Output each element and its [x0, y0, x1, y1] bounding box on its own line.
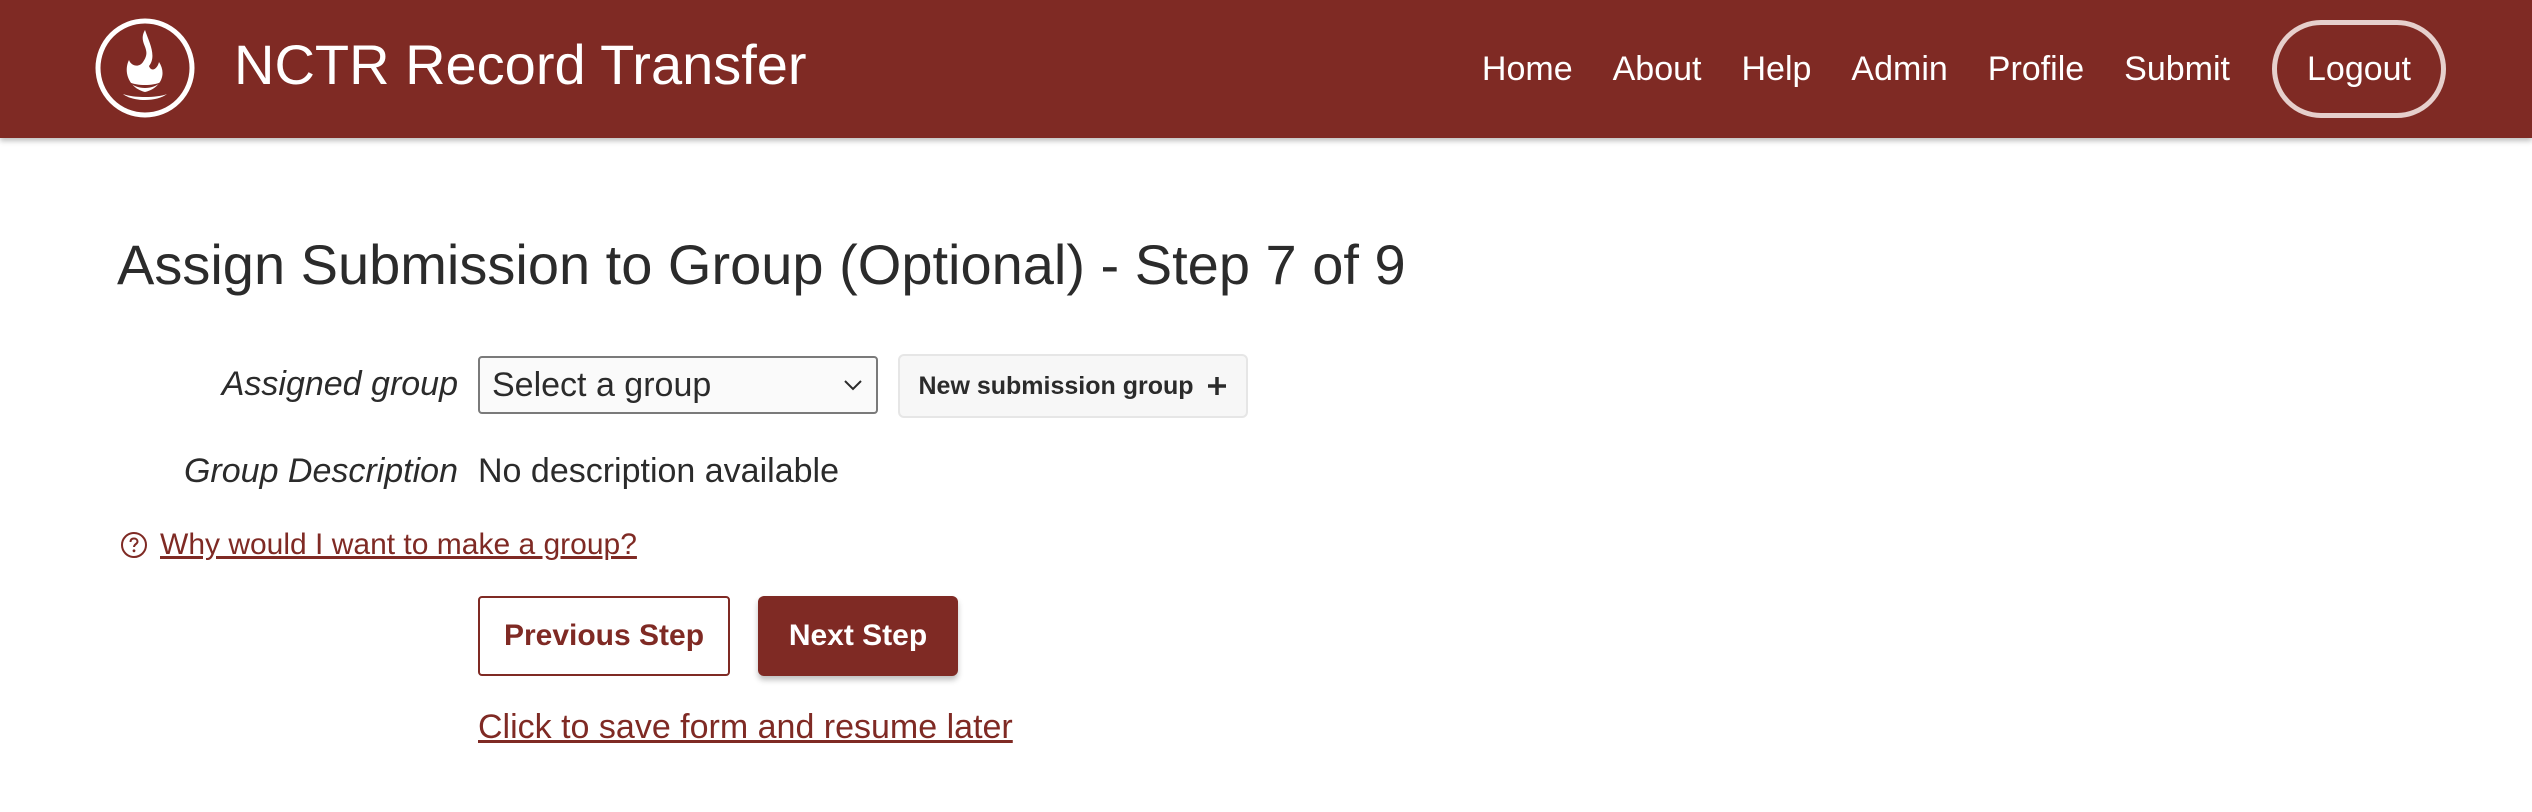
- new-submission-group-label: New submission group: [918, 371, 1194, 400]
- assigned-group-selected-value: Select a group: [492, 365, 712, 404]
- page-title: Assign Submission to Group (Optional) - …: [117, 233, 1406, 296]
- assigned-group-label: Assigned group: [221, 365, 458, 403]
- site-title[interactable]: NCTR Record Transfer: [234, 30, 807, 100]
- nav-about[interactable]: About: [1613, 50, 1702, 89]
- question-circle-icon: [121, 532, 147, 558]
- save-and-resume-link[interactable]: Click to save form and resume later: [478, 708, 1013, 747]
- assigned-group-select[interactable]: Select a group: [478, 356, 878, 414]
- nav-profile[interactable]: Profile: [1988, 50, 2084, 89]
- previous-step-button[interactable]: Previous Step: [478, 596, 730, 676]
- flame-logo-icon[interactable]: [93, 16, 197, 120]
- nav-submit[interactable]: Submit: [2124, 50, 2230, 89]
- next-step-button[interactable]: Next Step: [758, 596, 958, 676]
- main-nav: Home About Help Admin Profile Submit Log…: [1442, 20, 2446, 118]
- nav-admin[interactable]: Admin: [1851, 50, 1947, 89]
- why-make-group-link[interactable]: Why would I want to make a group?: [160, 528, 637, 562]
- nav-home[interactable]: Home: [1482, 50, 1573, 89]
- new-submission-group-button[interactable]: New submission group: [898, 354, 1248, 418]
- chevron-down-icon: [844, 380, 862, 391]
- site-header: NCTR Record Transfer Home About Help Adm…: [0, 0, 2532, 138]
- plus-icon: [1207, 377, 1226, 395]
- group-description-value: No description available: [478, 452, 839, 490]
- group-help-row: Why would I want to make a group?: [120, 528, 637, 562]
- nav-help[interactable]: Help: [1741, 50, 1811, 89]
- logout-button[interactable]: Logout: [2272, 20, 2446, 118]
- group-description-label: Group Description: [183, 452, 458, 490]
